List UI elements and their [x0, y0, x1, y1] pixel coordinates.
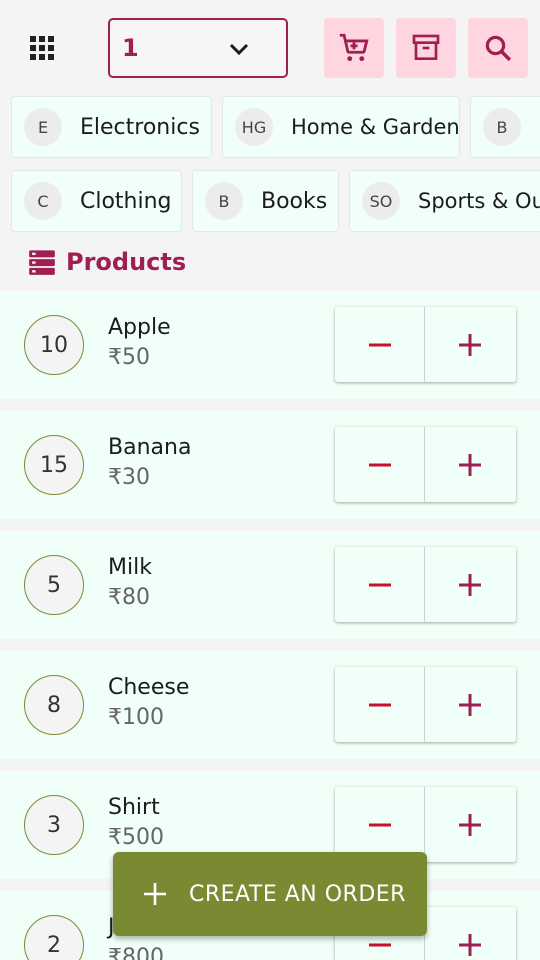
plus-icon: [459, 333, 481, 356]
product-name: Cheese: [108, 675, 190, 700]
plus-icon: [459, 933, 481, 956]
chip-label: Electronics: [80, 114, 200, 140]
cart-button[interactable]: [324, 18, 384, 78]
product-name: Apple: [108, 315, 171, 340]
category-chip-electronics[interactable]: E Electronics: [11, 96, 212, 158]
quantity-stepper: [335, 427, 516, 502]
create-order-button[interactable]: CREATE AN ORDER: [113, 852, 427, 936]
minus-icon: [368, 703, 391, 706]
quantity-badge: 15: [24, 435, 84, 495]
search-icon: [485, 35, 512, 62]
quantity-stepper: [335, 547, 516, 622]
quantity-badge: 3: [24, 795, 84, 855]
decrement-button[interactable]: [335, 307, 425, 382]
category-chip-home-garden[interactable]: HG Home & Garden: [222, 96, 460, 158]
apps-menu-icon[interactable]: [30, 36, 54, 60]
chip-label: Sports & Out: [418, 189, 540, 213]
plus-icon: [459, 693, 481, 716]
increment-button[interactable]: [425, 667, 515, 742]
category-chip-sports-outdoors[interactable]: SO Sports & Out: [349, 170, 540, 232]
quantity-badge: 5: [24, 555, 84, 615]
quantity-stepper: [335, 667, 516, 742]
product-price: ₹30: [108, 465, 150, 490]
product-price: ₹500: [108, 825, 164, 850]
product-price: ₹800: [108, 945, 164, 960]
product-row: 10 Apple ₹50: [0, 291, 540, 399]
product-price: ₹100: [108, 705, 164, 730]
decrement-button[interactable]: [335, 787, 425, 862]
product-price: ₹80: [108, 585, 150, 610]
product-price: ₹50: [108, 345, 150, 370]
increment-button[interactable]: [425, 907, 515, 960]
quantity-stepper: [335, 307, 516, 382]
minus-icon: [368, 343, 391, 346]
category-chip-partial[interactable]: B: [470, 96, 540, 158]
cart-icon: [339, 33, 369, 62]
quantity-stepper: [335, 787, 516, 862]
plus-icon: [459, 573, 481, 596]
product-name: Shirt: [108, 795, 160, 820]
chip-label: Clothing: [80, 188, 172, 214]
chip-avatar: E: [24, 108, 62, 146]
decrement-button[interactable]: [335, 667, 425, 742]
increment-button[interactable]: [425, 547, 515, 622]
plus-icon: [459, 813, 481, 836]
archive-icon: [412, 34, 440, 60]
quantity-badge: 2: [24, 915, 84, 960]
storage-icon: [29, 250, 55, 275]
create-order-label: CREATE AN ORDER: [189, 881, 406, 907]
product-name: Milk: [108, 555, 152, 580]
chip-avatar: B: [483, 108, 521, 146]
quantity-badge: 10: [24, 315, 84, 375]
selector-value: 1: [122, 34, 139, 62]
minus-icon: [368, 463, 391, 466]
product-row: 5 Milk ₹80: [0, 531, 540, 639]
decrement-button[interactable]: [335, 427, 425, 502]
chip-avatar: HG: [235, 108, 273, 146]
category-chip-books[interactable]: B Books: [192, 170, 339, 232]
chevron-down-icon: [229, 43, 249, 56]
decrement-button[interactable]: [335, 547, 425, 622]
chip-avatar: B: [205, 182, 243, 220]
product-row: 8 Cheese ₹100: [0, 651, 540, 759]
product-name: Banana: [108, 435, 192, 460]
minus-icon: [368, 583, 391, 586]
chip-label: Books: [261, 188, 328, 214]
minus-icon: [368, 823, 391, 826]
product-row: 15 Banana ₹30: [0, 411, 540, 519]
chip-avatar: SO: [362, 182, 400, 220]
selector-dropdown[interactable]: 1: [108, 18, 288, 78]
chip-label: Home & Garden: [291, 115, 460, 139]
increment-button[interactable]: [425, 427, 515, 502]
category-chip-clothing[interactable]: C Clothing: [11, 170, 182, 232]
quantity-badge: 8: [24, 675, 84, 735]
plus-icon: [459, 453, 481, 476]
products-heading: Products: [28, 246, 186, 278]
plus-icon: [144, 883, 166, 905]
search-button[interactable]: [468, 18, 528, 78]
increment-button[interactable]: [425, 307, 515, 382]
increment-button[interactable]: [425, 787, 515, 862]
chip-avatar: C: [24, 182, 62, 220]
section-title: Products: [66, 248, 187, 276]
archive-button[interactable]: [396, 18, 456, 78]
